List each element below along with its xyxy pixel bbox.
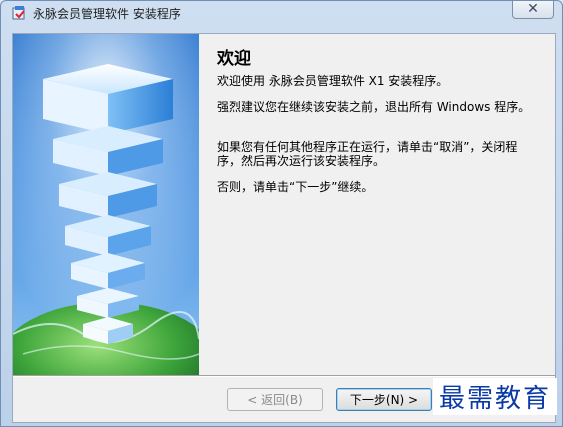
page-title: 欢迎 <box>217 49 251 69</box>
close-button[interactable]: ✕ <box>512 1 554 19</box>
title-bar[interactable]: 永脉会员管理软件 安装程序 ✕ <box>1 1 562 27</box>
tower-illustration <box>13 34 199 375</box>
button-separator <box>13 375 555 377</box>
close-icon: ✕ <box>527 1 539 17</box>
cancel-instruction: 如果您有任何其他程序正在运行，请单击“取消”，关闭程序，然后再次运行该安装程序。 <box>217 140 518 168</box>
installer-window: 永脉会员管理软件 安装程序 ✕ 欢迎 欢迎使用 永脉会员管理软件 X1 安装程序… <box>0 0 563 427</box>
back-button[interactable]: < 返回(B) <box>227 388 323 411</box>
wizard-client-area: 欢迎 欢迎使用 永脉会员管理软件 X1 安装程序。 强烈建议您在继续该安装之前，… <box>12 33 556 423</box>
close-programs-advice: 强烈建议您在继续该安装之前，退出所有 Windows 程序。 <box>217 100 531 114</box>
welcome-panel: 欢迎 欢迎使用 永脉会员管理软件 X1 安装程序。 强烈建议您在继续该安装之前，… <box>199 34 555 375</box>
window-title: 永脉会员管理软件 安装程序 <box>33 7 181 21</box>
installer-icon <box>11 5 27 21</box>
welcome-text: 欢迎使用 永脉会员管理软件 X1 安装程序。 <box>217 74 449 88</box>
next-button[interactable]: 下一步(N) > <box>336 388 432 411</box>
side-banner <box>13 34 199 375</box>
watermark-logo: 最需教育 <box>433 378 558 415</box>
next-instruction: 否则，请单击“下一步”继续。 <box>217 180 374 194</box>
